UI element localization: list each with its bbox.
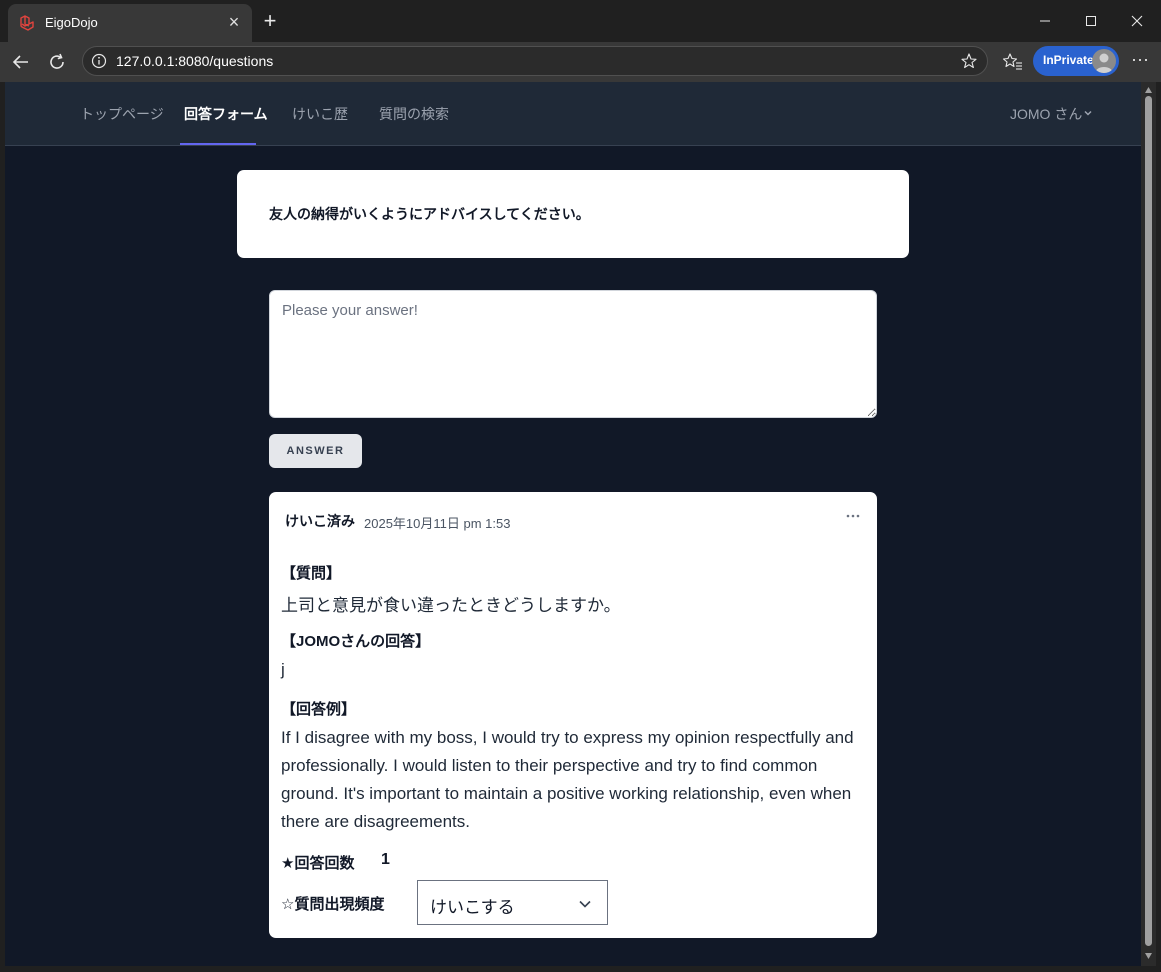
scroll-down-arrow-icon[interactable] [1144, 952, 1153, 960]
laravel-logo-icon [20, 15, 34, 31]
browser-tab[interactable]: EigoDojo × [8, 4, 252, 42]
url-text: 127.0.0.1:8080/questions [116, 53, 274, 69]
user-answer-heading: 【JOMOさんの回答】 [281, 633, 431, 650]
example-heading: 【回答例】 [281, 701, 357, 718]
nav-link-search[interactable]: 質問の検索 [379, 104, 449, 124]
minimize-icon[interactable] [1031, 10, 1059, 32]
new-tab-icon[interactable]: + [259, 10, 281, 32]
history-card: けいこ済み 2025年10月11日 pm 1:53 【質問】 上司と意見が食い違… [269, 492, 877, 938]
inprivate-badge[interactable]: InPrivate [1033, 46, 1119, 76]
avatar-person-icon [1095, 53, 1113, 73]
scrollbar-thumb[interactable] [1145, 96, 1152, 946]
address-bar[interactable]: 127.0.0.1:8080/questions [82, 46, 988, 76]
nav-link-top[interactable]: トップページ [80, 104, 164, 124]
question-heading: 【質問】 [281, 565, 342, 582]
frequency-selected-value: けいこする [430, 898, 515, 917]
frequency-label: ☆質問出現頻度 [281, 896, 385, 913]
question-card: 友人の納得がいくようにアドバイスしてください。 [237, 170, 909, 258]
user-menu-button[interactable]: JOMO さん [1010, 104, 1082, 124]
frequency-select[interactable]: けいこする [417, 880, 608, 925]
question-text: 上司と意見が食い違ったときどうしますか。 [281, 596, 621, 615]
nav-link-history[interactable]: けいこ歴 [292, 104, 348, 124]
close-window-icon[interactable] [1123, 10, 1151, 32]
back-icon[interactable] [9, 50, 33, 74]
answer-count-label: ★回答回数 [281, 855, 355, 872]
app-navigation: トップページ 回答フォーム けいこ歴 質問の検索 JOMO さん [5, 82, 1141, 146]
status-label: けいこ済み [285, 513, 355, 529]
browser-toolbar: 127.0.0.1:8080/questions InPrivate ··· [0, 42, 1161, 82]
maximize-icon[interactable] [1077, 10, 1105, 32]
chevron-down-icon[interactable] [1082, 107, 1094, 119]
scroll-up-arrow-icon[interactable] [1144, 86, 1153, 94]
question-prompt: 友人の納得がいくようにアドバイスしてください。 [269, 206, 590, 222]
tab-title: EigoDojo [45, 15, 98, 30]
chevron-down-icon [579, 900, 591, 908]
refresh-icon[interactable] [45, 50, 69, 74]
browser-menu-icon[interactable]: ··· [1130, 50, 1150, 72]
timestamp: 2025年10月11日 pm 1:53 [364, 516, 511, 531]
favorite-star-icon[interactable] [960, 52, 978, 70]
page-viewport: トップページ 回答フォーム けいこ歴 質問の検索 JOMO さん 友人の納得がい… [5, 82, 1141, 966]
profile-avatar [1092, 49, 1116, 73]
nav-link-answer-form[interactable]: 回答フォーム [184, 104, 268, 124]
answer-submit-button[interactable]: ANSWER [269, 434, 362, 468]
more-options-icon[interactable] [843, 508, 863, 524]
user-answer-text: j [281, 660, 285, 679]
active-tab-indicator [180, 143, 256, 145]
browser-tab-strip: EigoDojo × + [0, 0, 1161, 42]
example-answer-text: If I disagree with my boss, I would try … [281, 728, 854, 831]
answer-count-value: 1 [381, 851, 390, 868]
favorites-icon[interactable] [1002, 52, 1024, 72]
answer-input[interactable] [269, 290, 877, 418]
inprivate-label: InPrivate [1043, 53, 1094, 67]
tab-close-icon[interactable]: × [224, 12, 244, 32]
site-info-icon[interactable] [91, 53, 107, 69]
page-scrollbar[interactable] [1141, 82, 1156, 966]
